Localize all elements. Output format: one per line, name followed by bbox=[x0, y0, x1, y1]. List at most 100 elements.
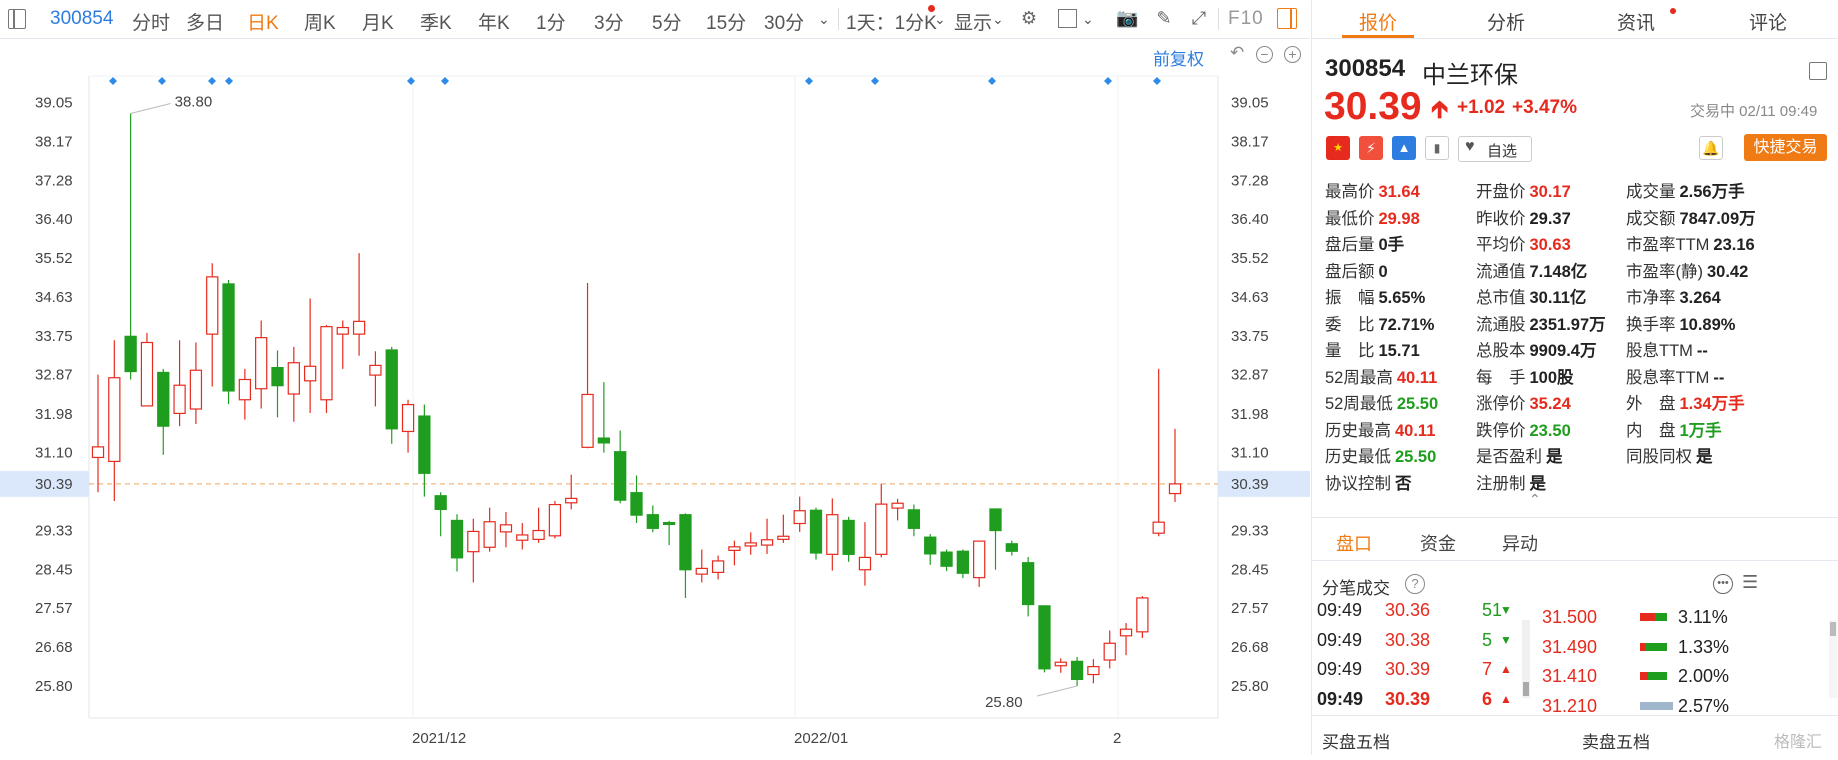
tab-monthly-k[interactable]: 月K bbox=[362, 8, 394, 35]
tab-intraday[interactable]: 分时 bbox=[132, 8, 170, 35]
stat-item: 最低价 29.98 bbox=[1325, 205, 1420, 229]
y-tick-label-right: 27.57 bbox=[1231, 600, 1269, 617]
collapse-stats-icon[interactable]: ⌃ bbox=[1529, 491, 1541, 508]
tab-3min[interactable]: 3分 bbox=[594, 8, 624, 35]
settings-gear-icon[interactable]: ⚙ bbox=[1018, 7, 1040, 29]
stat-label: 涨停价 bbox=[1476, 395, 1526, 413]
stat-label: 股息率TTM bbox=[1626, 368, 1710, 387]
camera-icon[interactable]: 📷 bbox=[1116, 7, 1138, 29]
stat-value: 1.34万手 bbox=[1679, 395, 1745, 413]
chevron-down-icon[interactable]: ⌄ bbox=[818, 11, 830, 28]
candle-body bbox=[891, 502, 904, 509]
stat-label: 市盈率TTM bbox=[1626, 236, 1710, 254]
price-change-pct: +3.47% bbox=[1512, 97, 1577, 118]
scrollbar[interactable] bbox=[1829, 620, 1837, 698]
fullscreen-icon[interactable]: ⤢ bbox=[1188, 7, 1210, 29]
tab-1min[interactable]: 1分 bbox=[536, 8, 566, 35]
tag-icon: ▲ bbox=[1392, 136, 1416, 160]
tab-15min[interactable]: 15分 bbox=[706, 8, 746, 35]
tab-daily-k[interactable]: 日K bbox=[247, 8, 279, 35]
y-tick-label-left: 35.52 bbox=[35, 250, 73, 267]
stat-item: 市净率 3.264 bbox=[1626, 284, 1721, 308]
tab-weekly-k[interactable]: 周K bbox=[304, 8, 336, 35]
chevron-down-icon[interactable]: ⌄ bbox=[1082, 11, 1094, 28]
watermark-logo: 格隆汇 bbox=[1774, 734, 1823, 751]
level-price: 31.410 bbox=[1542, 666, 1598, 686]
level-percent: 3.11% bbox=[1678, 607, 1728, 627]
tab-quote[interactable]: 报价 bbox=[1359, 8, 1397, 35]
scrollbar[interactable] bbox=[1522, 620, 1530, 698]
x-tick-label: 2022/01 bbox=[794, 730, 848, 747]
candle-body bbox=[793, 510, 806, 525]
stat-item: 盘后量 0手 bbox=[1325, 231, 1404, 255]
more-options-icon[interactable]: ••• bbox=[1713, 574, 1733, 594]
tab-comments[interactable]: 评论 bbox=[1749, 8, 1787, 35]
y-tick-label-left: 28.45 bbox=[35, 561, 73, 578]
tab-unusual-activity[interactable]: 异动 bbox=[1502, 530, 1538, 556]
tab-5min[interactable]: 5分 bbox=[652, 8, 682, 35]
stat-label: 协议控制 bbox=[1325, 474, 1391, 493]
bookmark-icon[interactable]: ▮ bbox=[1425, 136, 1449, 160]
x-tick-label: 2 bbox=[1113, 730, 1121, 747]
candle-body bbox=[532, 529, 545, 540]
china-flag-icon: ★ bbox=[1326, 136, 1350, 160]
stat-value: 9909.4万 bbox=[1529, 342, 1597, 360]
zoom-out-icon[interactable]: − bbox=[1256, 46, 1273, 63]
tab-capital-flow[interactable]: 资金 bbox=[1420, 530, 1456, 556]
square-tool-icon[interactable] bbox=[1058, 9, 1077, 28]
candle-body bbox=[744, 542, 757, 547]
y-tick-label-left: 37.28 bbox=[35, 172, 73, 189]
tab-analysis[interactable]: 分析 bbox=[1487, 8, 1525, 35]
alert-bell-icon[interactable]: 🔔 bbox=[1699, 136, 1723, 160]
chevron-down-icon[interactable]: ⌄ bbox=[934, 11, 946, 28]
candle-body bbox=[467, 530, 480, 553]
zoom-in-icon[interactable]: + bbox=[1284, 46, 1301, 63]
candle-body bbox=[581, 393, 594, 448]
candle-body bbox=[222, 283, 235, 392]
stat-value: 72.71% bbox=[1378, 315, 1435, 334]
help-icon[interactable]: ? bbox=[1405, 574, 1425, 594]
adjust-mode-button[interactable]: 前复权 bbox=[1153, 45, 1204, 70]
stat-value: 40.11 bbox=[1395, 421, 1436, 440]
candle-body bbox=[1119, 628, 1133, 637]
reset-icon[interactable]: ↶ bbox=[1230, 43, 1244, 63]
y-tick-label-right: 37.28 bbox=[1231, 172, 1269, 189]
stat-value: 是 bbox=[1529, 474, 1547, 493]
f10-button[interactable]: F10 bbox=[1228, 8, 1264, 30]
down-triangle-icon: ▼ bbox=[1500, 632, 1512, 647]
stat-label: 注册制 bbox=[1476, 474, 1526, 493]
level-percent: 2.57% bbox=[1678, 695, 1730, 716]
candle-body bbox=[875, 503, 888, 555]
stat-label: 流通值 bbox=[1476, 262, 1526, 281]
panel-layout-icon[interactable] bbox=[1277, 8, 1297, 29]
tab-multi-day[interactable]: 多日 bbox=[186, 8, 224, 35]
tab-order-book[interactable]: 盘口 bbox=[1336, 530, 1372, 556]
event-marker-icon bbox=[441, 77, 449, 85]
tab-quarterly-k[interactable]: 季K bbox=[420, 8, 452, 35]
candle-body bbox=[614, 451, 627, 501]
kline-chart[interactable]: 39.05 39.05 38.17 38.17 37.28 37.28 36.40 36.40… bbox=[0, 38, 1310, 755]
candle-body bbox=[597, 437, 611, 444]
candle-body bbox=[711, 560, 725, 573]
chevron-down-icon[interactable]: ⌄ bbox=[992, 11, 1004, 28]
collapse-panel-icon[interactable] bbox=[1809, 62, 1827, 80]
y-tick-label-right: 33.75 bbox=[1231, 328, 1269, 345]
stat-label: 市净率 bbox=[1626, 289, 1676, 307]
tab-30min[interactable]: 30分 bbox=[764, 8, 804, 35]
range-selector[interactable]: 1天：1分K bbox=[846, 8, 937, 35]
stat-value: 30.17 bbox=[1529, 183, 1571, 201]
stat-value: 30.42 bbox=[1707, 262, 1749, 281]
pencil-icon[interactable]: ✎ bbox=[1153, 7, 1175, 29]
tab-yearly-k[interactable]: 年K bbox=[478, 8, 510, 35]
add-watchlist-button[interactable]: ♥ 自选 bbox=[1458, 136, 1532, 162]
list-view-icon[interactable]: ☰ bbox=[1742, 572, 1758, 593]
candle-body bbox=[924, 536, 937, 555]
quick-trade-button[interactable]: 快捷交易 bbox=[1744, 134, 1827, 161]
tab-news[interactable]: 资讯 bbox=[1617, 8, 1655, 35]
level-percent: 2.00% bbox=[1678, 666, 1730, 686]
candle-body bbox=[352, 320, 366, 335]
low-annotation-label: 25.80 bbox=[985, 694, 1023, 711]
display-menu[interactable]: 显示 bbox=[954, 8, 992, 35]
trading-status: 交易中 02/11 09:49 bbox=[1690, 103, 1818, 120]
sidebar-toggle-icon[interactable] bbox=[8, 9, 26, 29]
